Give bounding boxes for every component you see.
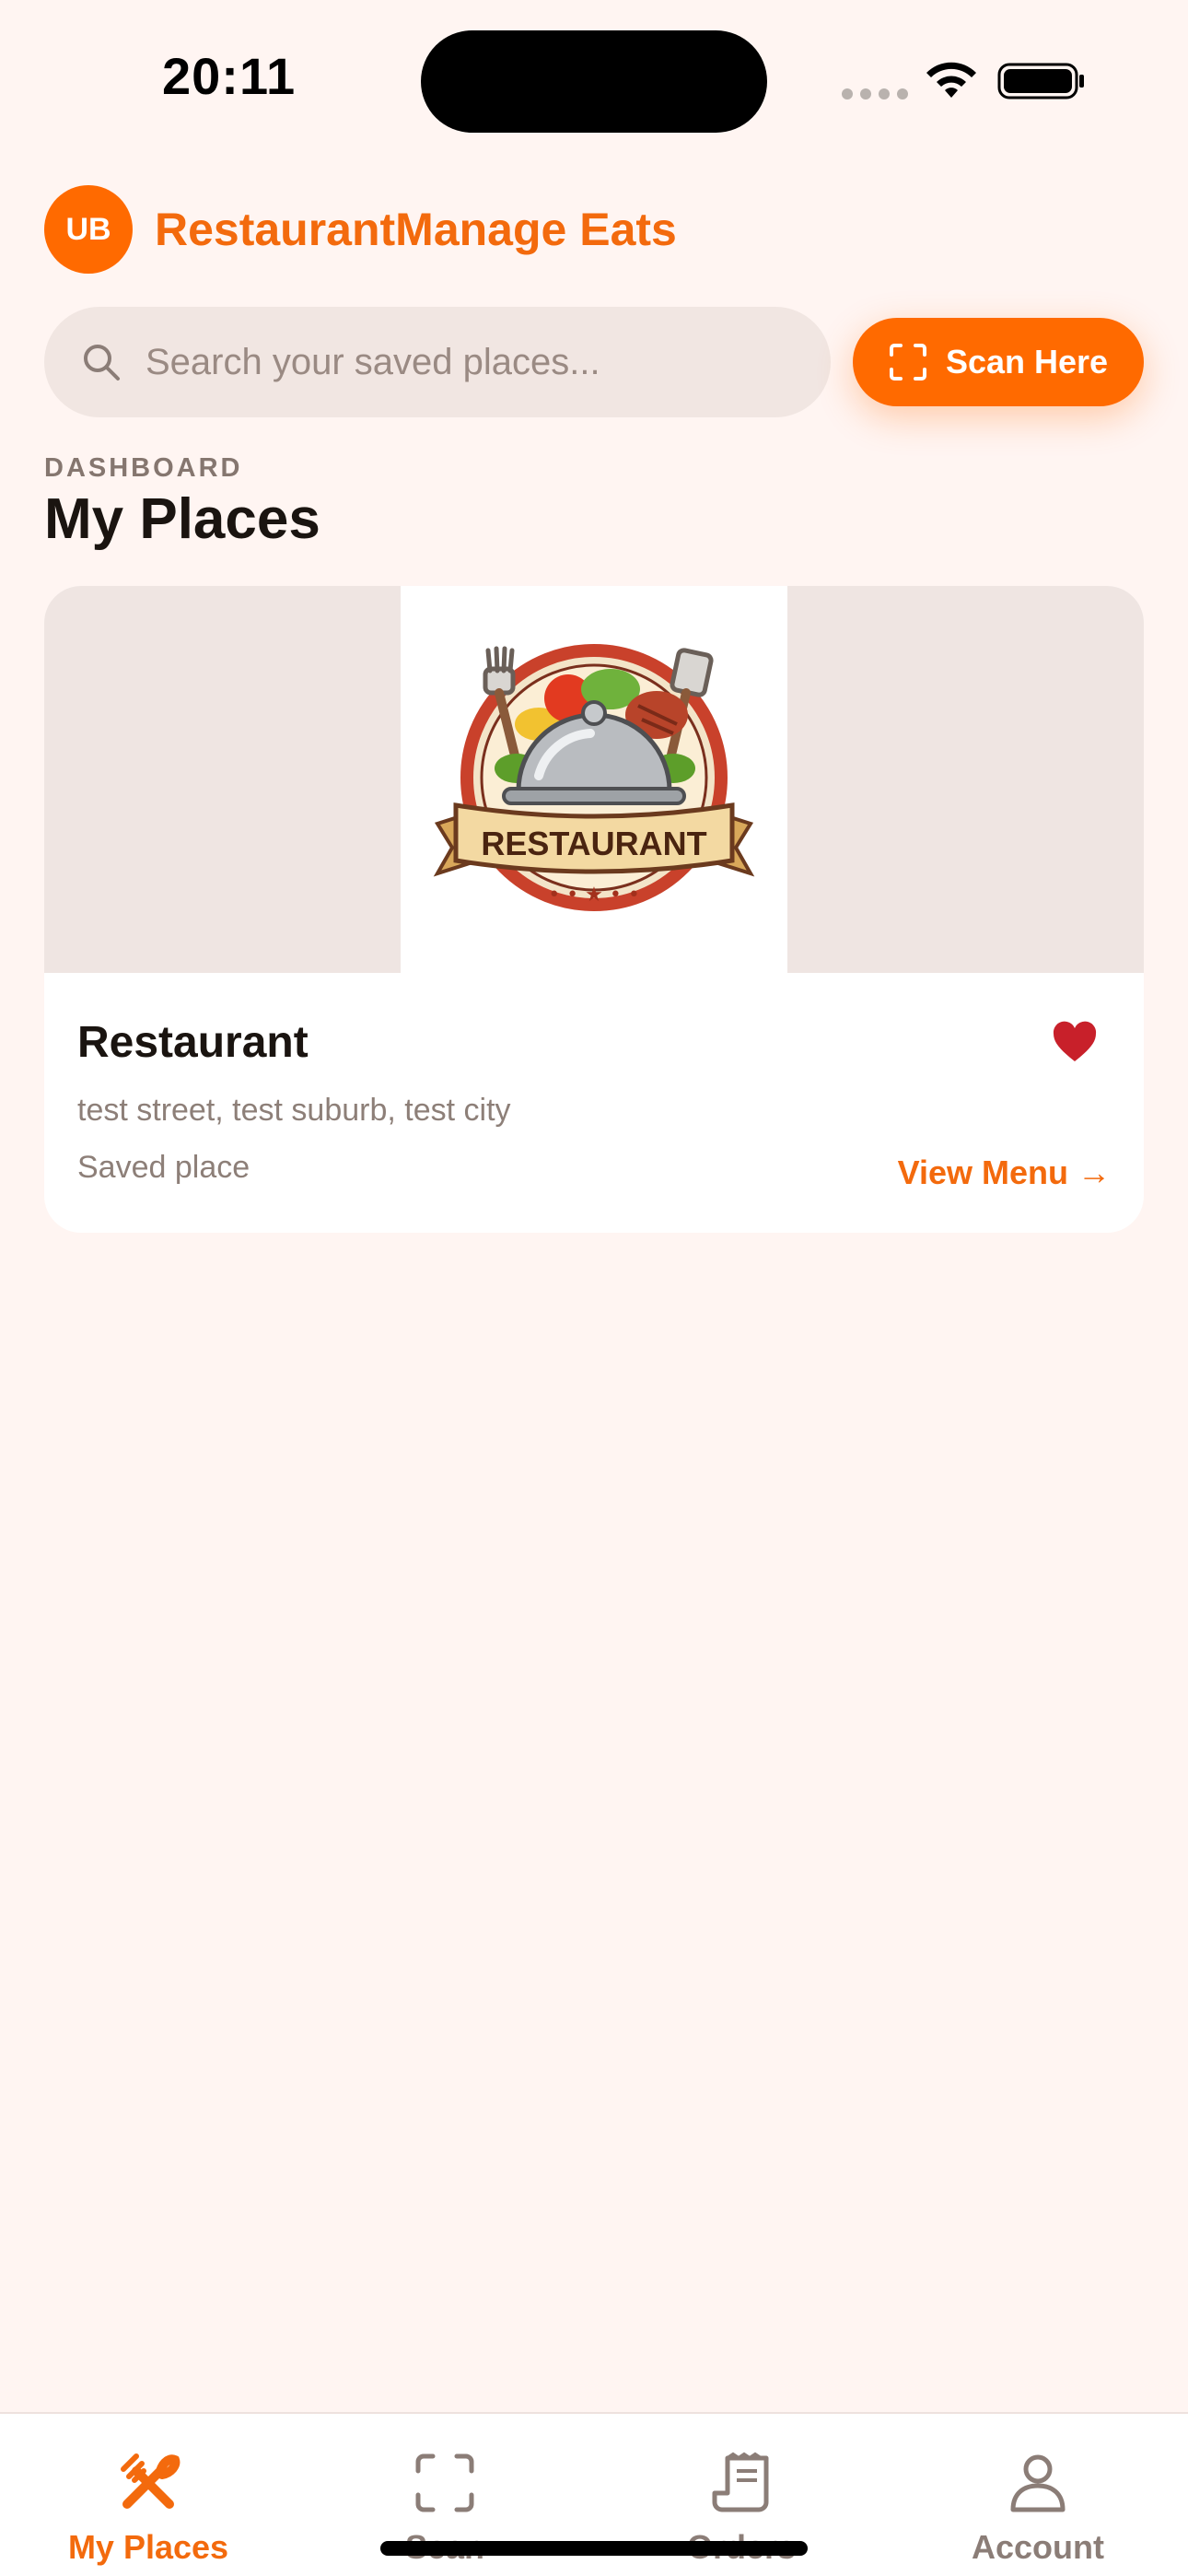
- search-bar[interactable]: [44, 307, 831, 417]
- section-eyebrow: DASHBOARD: [44, 453, 243, 483]
- scan-icon: [415, 2453, 474, 2512]
- person-icon: [1010, 2454, 1066, 2512]
- dynamic-island: [421, 30, 767, 133]
- tab-my-places[interactable]: My Places: [0, 2414, 297, 2576]
- wifi-icon: [926, 62, 976, 98]
- status-time: 20:11: [162, 47, 297, 105]
- place-card[interactable]: RESTAURANT • • ★ • • Restaurant test str…: [44, 586, 1144, 1233]
- restaurant-logo: RESTAURANT • • ★ • •: [401, 586, 787, 973]
- home-indicator: [380, 2541, 808, 2556]
- tab-my-places-label: My Places: [67, 2528, 229, 2566]
- svg-text:• • ★ • •: • • ★ • •: [548, 884, 640, 907]
- battery-icon: [997, 63, 1084, 100]
- search-icon: [84, 345, 120, 381]
- heart-icon[interactable]: [1052, 1021, 1098, 1063]
- scan-here-label: Scan Here: [945, 343, 1109, 381]
- place-image: RESTAURANT • • ★ • •: [44, 586, 1144, 973]
- avatar[interactable]: UB: [44, 185, 133, 274]
- tab-account[interactable]: Account: [890, 2414, 1186, 2576]
- receipt-icon: [712, 2452, 769, 2512]
- tab-account-label: Account: [972, 2528, 1104, 2566]
- view-menu-link[interactable]: View Menu →: [898, 1153, 1111, 1192]
- place-status: Saved place: [77, 1150, 250, 1185]
- cellular-signal-icon: [842, 88, 908, 100]
- search-input[interactable]: [146, 341, 809, 383]
- status-bar: 20:11: [0, 0, 1188, 147]
- place-name: Restaurant: [77, 1018, 309, 1067]
- scan-icon: [889, 344, 926, 381]
- app-title: RestaurantManage Eats: [155, 204, 677, 255]
- place-address: test street, test suburb, test city: [77, 1093, 511, 1128]
- fork-knife-icon: [121, 2453, 181, 2509]
- scan-here-button[interactable]: Scan Here: [853, 318, 1144, 406]
- logo-wordmark: RESTAURANT: [481, 825, 706, 862]
- page-title: My Places: [44, 487, 320, 551]
